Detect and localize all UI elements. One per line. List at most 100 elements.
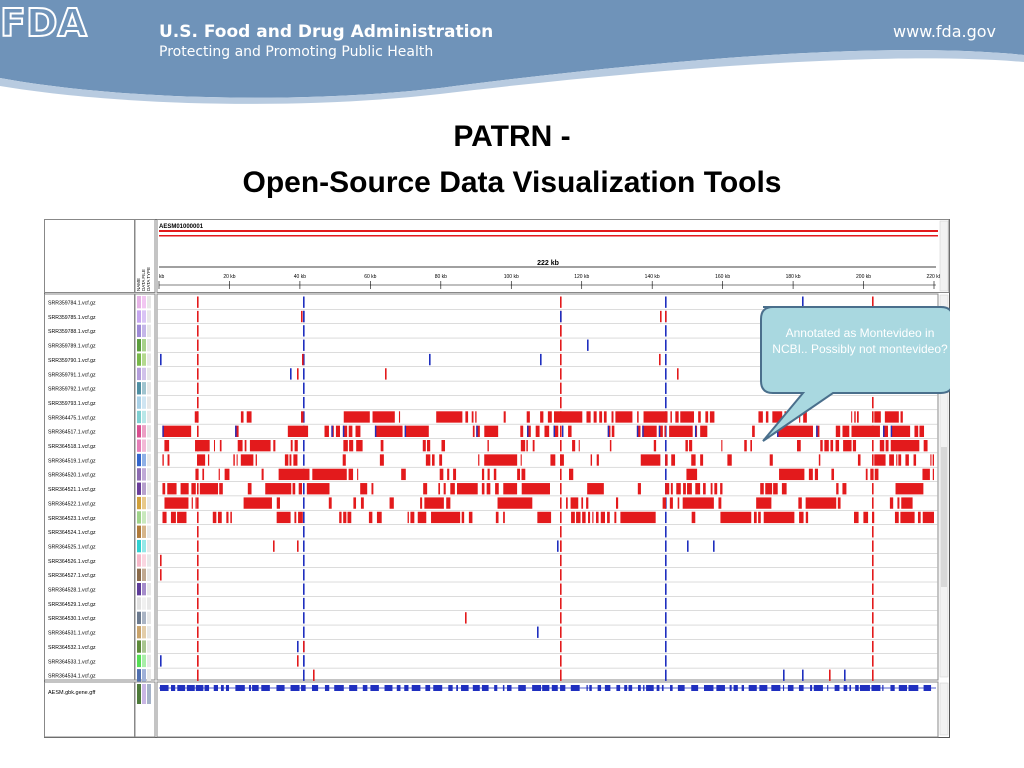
track-name-label: SRR364526.1.vcf.gz [48, 559, 96, 565]
org-name: U.S. Food and Drug Administration [159, 22, 494, 42]
variant-mark [890, 425, 911, 437]
variant-mark [237, 440, 243, 452]
variant-mark [890, 440, 920, 452]
variant-mark [301, 310, 303, 323]
variant-mark [665, 440, 667, 452]
gene-feature [472, 685, 480, 691]
variant-mark [588, 511, 591, 524]
site-url-link[interactable]: www.fda.gov [893, 22, 996, 41]
variant-mark [872, 554, 874, 567]
variant-mark [197, 626, 199, 638]
variant-mark [889, 497, 894, 509]
variant-mark [872, 626, 874, 638]
variant-mark [808, 468, 813, 481]
variant-mark [303, 382, 305, 394]
variant-mark [303, 540, 305, 552]
variant-mark [814, 468, 819, 481]
track-attr-swatch [147, 554, 151, 567]
variant-mark [303, 339, 305, 351]
variant-mark [560, 425, 562, 437]
variant-mark [443, 483, 446, 495]
variant-mark [197, 454, 199, 466]
header-scrollbar[interactable] [939, 220, 949, 292]
track-attr-swatch [142, 568, 146, 581]
variant-mark [669, 425, 693, 437]
variant-mark [348, 425, 353, 437]
track-attr-swatch [142, 669, 146, 682]
track-attr-swatch [137, 310, 141, 323]
gene-feature [670, 685, 673, 691]
variant-mark [481, 468, 485, 481]
track-attr-swatch [137, 425, 141, 438]
track-attr-swatch [142, 525, 146, 538]
gene-feature [923, 685, 932, 691]
variant-mark [872, 411, 874, 423]
track-attr-swatch [137, 611, 141, 625]
variant-mark [298, 483, 303, 495]
variant-mark [484, 425, 499, 437]
track-attr-swatch [147, 453, 151, 467]
variant-mark [303, 669, 305, 681]
gene-feature [882, 685, 884, 691]
variant-mark [431, 511, 461, 524]
variant-mark [503, 411, 506, 423]
variant-mark [665, 483, 670, 495]
variant-mark [520, 425, 524, 437]
banner-background [0, 0, 1024, 104]
variant-mark [905, 454, 909, 466]
track-attr-swatch [147, 525, 151, 538]
tracks-scroll-thumb[interactable] [941, 447, 947, 587]
gene-feature [843, 685, 848, 691]
gene-feature [859, 685, 870, 691]
track-name-label: SRR364523.1.vcf.gz [48, 516, 96, 522]
variant-mark [303, 325, 305, 337]
variant-mark [374, 425, 377, 437]
variant-mark [781, 483, 787, 495]
variant-mark [695, 483, 701, 495]
variant-mark [487, 468, 490, 481]
variant-mark [872, 483, 874, 495]
gene-feature [813, 685, 823, 691]
variant-mark [857, 454, 861, 466]
variant-mark [561, 425, 564, 437]
variant-mark [197, 396, 199, 409]
gene-feature [855, 685, 859, 691]
ruler-tick-label: 140 kb [645, 274, 660, 280]
variant-mark [335, 425, 341, 437]
variant-mark [560, 612, 562, 624]
variant-mark [450, 483, 455, 495]
gene-feature [586, 685, 588, 691]
gene-feature [384, 685, 393, 691]
variant-mark [197, 425, 199, 437]
variant-mark [303, 310, 305, 323]
track-attr-swatch [147, 611, 151, 625]
variant-mark [560, 325, 562, 337]
variant-mark [560, 440, 562, 452]
variant-mark [660, 310, 662, 323]
gene-feature [290, 685, 300, 691]
track-attr-swatch [142, 468, 146, 481]
variant-mark [197, 296, 199, 308]
gene-feature [589, 685, 592, 691]
variant-mark [456, 483, 478, 495]
variant-mark [177, 511, 187, 524]
variant-mark [671, 454, 676, 466]
variant-mark [694, 425, 697, 437]
variant-mark [802, 669, 804, 681]
variant-mark [922, 511, 934, 524]
variant-mark [261, 468, 264, 481]
variant-mark [426, 440, 431, 452]
variant-track[interactable]: SRR364517.1.vcf.gz [48, 425, 938, 439]
variant-mark [687, 483, 692, 495]
variant-mark [665, 468, 667, 481]
variant-mark [197, 483, 199, 495]
gene-feature [691, 685, 699, 691]
igv-browser-screenshot: AESM01000001 222 kb kb 20 kb 40 kb 60 kb 80 … [44, 219, 950, 738]
gene-attr-swatch [142, 684, 146, 704]
variant-mark [560, 540, 562, 552]
variant-mark [560, 583, 562, 595]
variant-mark [446, 497, 451, 509]
track-attr-swatch [147, 539, 151, 553]
track-attr-swatch [137, 396, 141, 409]
gene-scrollbar[interactable] [939, 682, 949, 736]
